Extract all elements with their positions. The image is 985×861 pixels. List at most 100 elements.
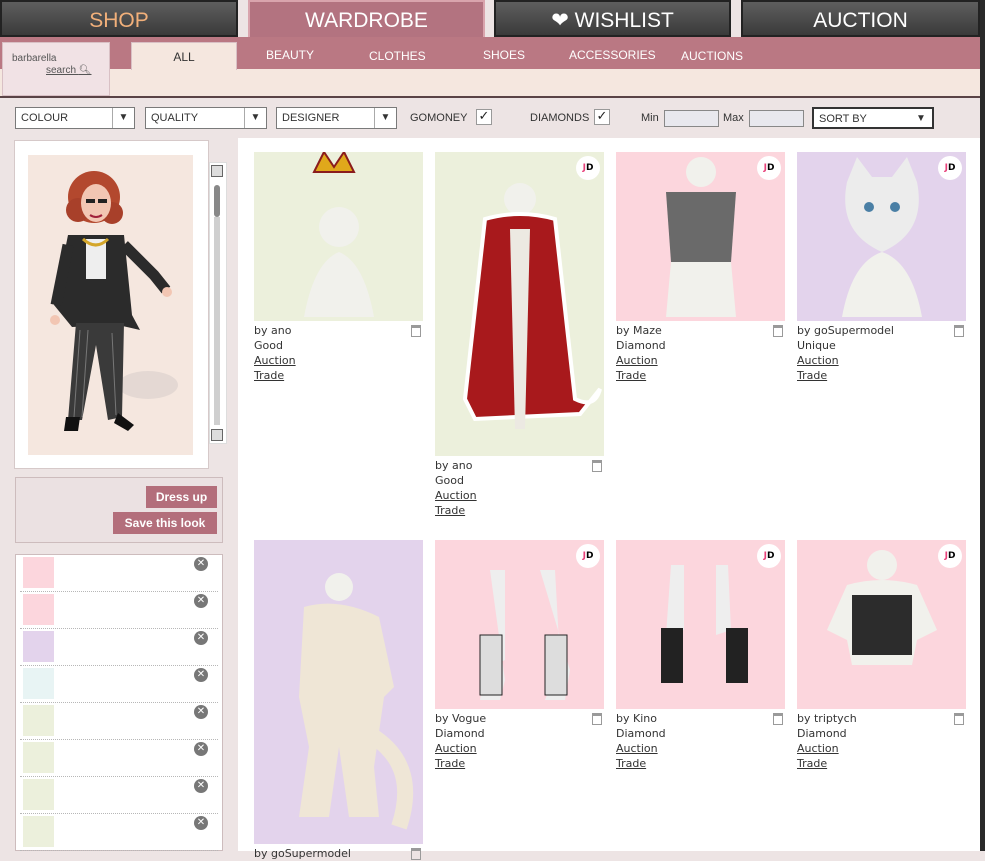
designer-select[interactable]: DESIGNER ▼ (276, 107, 397, 129)
product-image[interactable]: JD (435, 540, 604, 709)
product-image[interactable]: JD (435, 152, 604, 456)
avatar-scrollbar[interactable] (209, 162, 227, 444)
crown-icon (304, 150, 374, 317)
trade-link[interactable]: Trade (435, 756, 604, 771)
sub-tab-beauty[interactable]: BEAUTY (266, 48, 314, 62)
jacket-thumb (23, 668, 54, 699)
designer-badge-icon: JD (576, 156, 600, 180)
min-input[interactable] (664, 110, 719, 127)
trash-icon[interactable] (773, 325, 783, 337)
necklace-thumb (23, 742, 54, 773)
product-image[interactable] (254, 150, 423, 321)
gomoney-checkbox[interactable]: ✓ (476, 109, 492, 125)
trash-icon[interactable] (954, 713, 964, 725)
product-image[interactable]: JD (797, 152, 966, 321)
worn-item-row[interactable]: ✕ (20, 703, 218, 740)
product-card[interactable]: JD by Kino Diamond Auction Trade (616, 540, 785, 771)
product-image[interactable] (254, 540, 423, 844)
product-card[interactable]: JD by ano Good Auction Trade (435, 152, 604, 518)
search-link-label: search (46, 65, 77, 76)
trash-icon[interactable] (592, 460, 602, 472)
auction-link[interactable]: Auction (616, 741, 785, 756)
worn-item-row[interactable]: ✕ (20, 555, 218, 592)
sub-tab-auctions[interactable]: AUCTIONS (681, 49, 743, 63)
scroll-thumb[interactable] (214, 185, 220, 217)
sub-tab-clothes[interactable]: CLOTHES (369, 49, 426, 63)
product-image[interactable]: JD (616, 152, 785, 321)
remove-icon[interactable]: ✕ (194, 668, 208, 682)
trade-link[interactable]: Trade (797, 756, 966, 771)
trash-icon[interactable] (592, 713, 602, 725)
product-image[interactable]: JD (616, 540, 785, 709)
product-quality: Good (435, 474, 464, 487)
remove-icon[interactable]: ✕ (194, 631, 208, 645)
quality-select[interactable]: QUALITY ▼ (145, 107, 267, 129)
worn-item-row[interactable]: ✕ (20, 666, 218, 703)
product-card[interactable]: by goSupermodel (254, 540, 423, 861)
product-quality: Diamond (616, 727, 666, 740)
scroll-track[interactable] (214, 217, 220, 425)
auction-link[interactable]: Auction (435, 741, 604, 756)
product-card[interactable]: by ano Good Auction Trade (254, 150, 423, 383)
worn-item-row[interactable]: ✕ (20, 814, 218, 851)
trash-icon[interactable] (411, 848, 421, 860)
remove-icon[interactable]: ✕ (194, 594, 208, 608)
product-card[interactable]: JD by Maze Diamond Auction Trade (616, 152, 785, 383)
colour-select[interactable]: COLOUR ▼ (15, 107, 135, 129)
tab-auction[interactable]: AUCTION (741, 0, 980, 37)
tab-wardrobe[interactable]: WARDROBE (248, 0, 485, 37)
trade-link[interactable]: Trade (797, 368, 966, 383)
save-look-button[interactable]: Save this look (113, 512, 217, 534)
trade-link[interactable]: Trade (616, 756, 785, 771)
designer-badge-icon: JD (938, 544, 962, 568)
colour-select-value: COLOUR (21, 112, 69, 124)
search-icon: 🔍︎ (78, 65, 92, 76)
sort-select[interactable]: SORT BY ▼ (812, 107, 934, 129)
remove-icon[interactable]: ✕ (194, 742, 208, 756)
search-link[interactable]: search 🔍︎ (46, 65, 92, 76)
platform-boots-icon (479, 570, 570, 700)
auction-link[interactable]: Auction (254, 353, 423, 368)
user-box: barbarella search 🔍︎ (2, 42, 110, 96)
sub-tab-accessories[interactable]: ACCESSORIES (569, 48, 656, 62)
sub-tab-all[interactable]: ALL (131, 42, 237, 70)
tab-shop[interactable]: SHOP (0, 0, 238, 37)
remove-icon[interactable]: ✕ (194, 705, 208, 719)
diamonds-label: DIAMONDS (530, 112, 590, 124)
auction-link[interactable]: Auction (797, 741, 966, 756)
product-designer: by ano (435, 459, 473, 472)
remove-icon[interactable]: ✕ (194, 557, 208, 571)
sub-tab-shoes[interactable]: SHOES (483, 48, 525, 62)
designer-badge-icon: JD (576, 544, 600, 568)
product-quality: Diamond (435, 727, 485, 740)
worn-item-row[interactable]: ✕ (20, 629, 218, 666)
auction-link[interactable]: Auction (435, 488, 604, 503)
auction-link[interactable]: Auction (616, 353, 785, 368)
trade-link[interactable]: Trade (616, 368, 785, 383)
scroll-up-icon[interactable] (211, 165, 223, 177)
product-designer: by Vogue (435, 712, 487, 725)
diamonds-checkbox[interactable]: ✓ (594, 109, 610, 125)
tab-wishlist[interactable]: ❤ WISHLIST (494, 0, 731, 37)
remove-icon[interactable]: ✕ (194, 816, 208, 830)
trade-link[interactable]: Trade (435, 503, 604, 518)
trash-icon[interactable] (411, 325, 421, 337)
max-label: Max (723, 112, 744, 124)
designer-badge-icon: JD (757, 156, 781, 180)
product-card[interactable]: JD by Vogue Diamond Auction Trade (435, 540, 604, 771)
trash-icon[interactable] (773, 713, 783, 725)
product-card[interactable]: JD by triptych Diamond Auction Trade (797, 540, 966, 771)
product-image[interactable]: JD (797, 540, 966, 709)
trade-link[interactable]: Trade (254, 368, 423, 383)
product-card[interactable]: JD by goSupermodel Unique Auction Trade (797, 152, 966, 383)
chevron-down-icon: ▼ (112, 108, 134, 128)
worn-item-row[interactable]: ✕ (20, 777, 218, 814)
worn-item-row[interactable]: ✕ (20, 740, 218, 777)
trash-icon[interactable] (954, 325, 964, 337)
max-input[interactable] (749, 110, 804, 127)
worn-item-row[interactable]: ✕ (20, 592, 218, 629)
dress-up-button[interactable]: Dress up (146, 486, 217, 508)
scroll-down-icon[interactable] (211, 429, 223, 441)
remove-icon[interactable]: ✕ (194, 779, 208, 793)
auction-link[interactable]: Auction (797, 353, 966, 368)
